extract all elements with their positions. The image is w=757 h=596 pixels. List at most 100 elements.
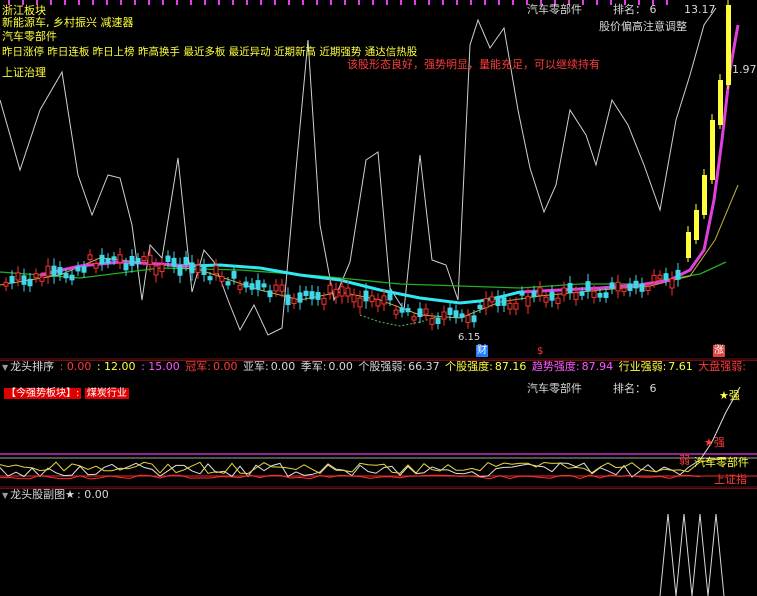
- candle-body: [183, 256, 189, 266]
- mid-industry-label: 汽车零部件: [527, 382, 582, 395]
- price-right-label: 1.97: [732, 63, 757, 76]
- candle-body: [87, 254, 93, 261]
- candle-body: [519, 290, 525, 296]
- top-strip-mark: [288, 0, 290, 5]
- candle-body: [57, 267, 63, 275]
- strong-sector-label: 【今强势板块】:: [4, 388, 82, 399]
- dollar-marker[interactable]: $: [537, 345, 543, 358]
- strong-sector-line: 【今强势板块】: 煤炭行业: [4, 386, 129, 400]
- candle-body: [15, 272, 21, 281]
- candle-body: [9, 275, 15, 284]
- candle-body: [555, 297, 561, 305]
- top-strip-mark: [148, 0, 150, 5]
- candle-body: [141, 256, 147, 262]
- top-strip-mark: [414, 0, 416, 5]
- top-strip-mark: [260, 0, 262, 5]
- candle-body: [399, 307, 405, 313]
- limit-up-marker[interactable]: 涨: [713, 345, 725, 357]
- top-strip-mark: [302, 0, 304, 5]
- mid-rank-label: 排名： 6: [613, 382, 657, 395]
- candle-body: [63, 273, 69, 279]
- top-strip-mark: [386, 0, 388, 5]
- candle-body: [111, 256, 117, 261]
- candle-body: [651, 274, 657, 283]
- candle-body: [537, 287, 543, 296]
- top-strip-mark: [442, 0, 444, 5]
- top-strip-mark: [246, 0, 248, 5]
- candle-body: [609, 282, 615, 289]
- candle-body: [243, 281, 249, 288]
- top-strip-mark: [218, 0, 220, 5]
- candle-body: [303, 290, 309, 297]
- candle-body: [321, 297, 327, 305]
- top-strip-mark: [358, 0, 360, 5]
- candle-body: [27, 278, 33, 287]
- candle-body: [357, 297, 363, 308]
- candle-body: [567, 283, 573, 293]
- candle-body: [69, 274, 75, 281]
- candle-body: [99, 254, 105, 265]
- ma-dotted-line: [359, 314, 441, 327]
- info-concepts: 新能源车, 乡村振兴 减速器: [2, 16, 134, 29]
- top-strip-mark: [470, 0, 472, 5]
- top-strip-mark: [456, 0, 458, 5]
- top-strip-mark: [274, 0, 276, 5]
- candle-body: [657, 274, 663, 280]
- candle-body: [207, 276, 213, 281]
- chevron-down-icon[interactable]: ▼: [2, 363, 8, 372]
- candle-body: [393, 309, 399, 315]
- candle-body: [453, 310, 459, 318]
- candle-body: [117, 254, 123, 263]
- candle-body: [261, 283, 267, 288]
- candle-body: [75, 266, 81, 272]
- candle-body: [201, 265, 207, 276]
- main-chart-pane[interactable]: 浙江板块 新能源车, 乡村振兴 减速器 汽车零部件 昨日涨停 昨日连板 昨日上榜…: [0, 0, 757, 360]
- top-strip-mark: [134, 0, 136, 5]
- top-strip-mark: [484, 0, 486, 5]
- ranking-indicator-pane[interactable]: 【今强势板块】: 煤炭行业 汽车零部件 排名： 6 ★强 ★强 弱 汽车零部件 …: [0, 372, 757, 488]
- candle-body: [3, 281, 9, 287]
- candle-body: [447, 307, 453, 315]
- top-strip-mark: [582, 0, 584, 5]
- candle-body: [549, 291, 555, 301]
- candle-body: [423, 308, 429, 315]
- rally-candle-body: [710, 120, 715, 180]
- sub-indicator-canvas[interactable]: [0, 500, 757, 596]
- sub-signal-line: [659, 513, 725, 596]
- stock-comment: 该股形态良好，强势明显，量能充足，可以继续持有: [347, 58, 600, 71]
- candle-body: [171, 257, 177, 267]
- candle-body: [381, 295, 387, 305]
- candle-body: [309, 291, 315, 300]
- candle-body: [489, 296, 495, 303]
- candle-body: [285, 294, 291, 306]
- finance-marker[interactable]: 财: [476, 345, 488, 357]
- top-strip-mark: [400, 0, 402, 5]
- candle-body: [267, 290, 273, 298]
- price-low-label: 6.15: [458, 332, 481, 343]
- candle-body: [435, 317, 441, 325]
- candle-body: [477, 304, 483, 310]
- candle-body: [639, 283, 645, 292]
- info-index: 上证治理: [2, 66, 46, 79]
- candle-body: [675, 269, 681, 280]
- sub-indicator-pane[interactable]: [0, 500, 757, 596]
- candle-body: [249, 283, 255, 290]
- candle-body: [255, 280, 261, 290]
- candle-body: [441, 311, 447, 320]
- candle-body: [237, 284, 243, 290]
- candle-body: [579, 291, 585, 296]
- top-strip-mark: [316, 0, 318, 5]
- candle-body: [621, 287, 627, 293]
- candle-body: [21, 275, 27, 285]
- candle-body: [177, 265, 183, 276]
- top-strip-mark: [176, 0, 178, 5]
- stock-strength-line: [0, 386, 741, 478]
- star-strong-label: ★强: [719, 389, 740, 402]
- top-strip-mark: [92, 0, 94, 5]
- candle-body: [195, 264, 201, 273]
- candle-body: [147, 254, 153, 265]
- chevron-down-icon[interactable]: ▼: [2, 491, 8, 500]
- rally-candle-body: [726, 5, 731, 85]
- top-strip-mark: [610, 0, 612, 5]
- top-strip-mark: [596, 0, 598, 5]
